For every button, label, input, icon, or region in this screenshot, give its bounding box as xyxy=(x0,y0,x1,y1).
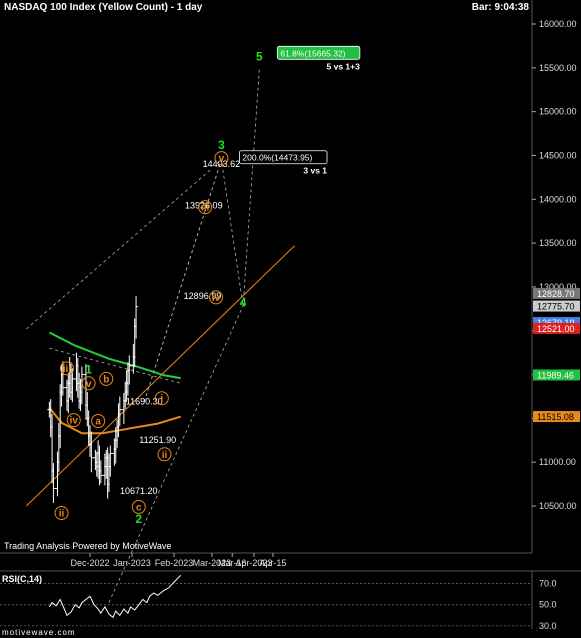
wave-label: ii xyxy=(162,450,168,461)
price-label: 11251.90 xyxy=(139,435,176,445)
time-tick-label: Dec-2022 xyxy=(70,558,109,568)
price-label: 11690.30 xyxy=(126,397,163,407)
watermark: Trading Analysis Powered by MotiveWave xyxy=(4,541,172,551)
wave-label: iii xyxy=(201,203,210,214)
rsi-tick-label: 50.0 xyxy=(539,600,557,610)
rsi-tick-label: 30.0 xyxy=(539,621,557,631)
price-tag-label: 11989.46 xyxy=(537,370,574,380)
price-tick-label: 14000.00 xyxy=(539,194,577,204)
wave-label: iv xyxy=(70,416,79,427)
price-tick-label: 15000.00 xyxy=(539,107,577,117)
wave-label: 4 xyxy=(240,296,247,310)
price-tick-label: 13500.00 xyxy=(539,238,577,248)
price-axis[interactable]: 10500.0011000.0011500.0012000.0012500.00… xyxy=(532,19,577,511)
price-tick-label: 10500.00 xyxy=(539,501,577,511)
site-footer: motivewave.com xyxy=(2,628,76,637)
price-tick-label: 14500.00 xyxy=(539,150,577,160)
time-tick-label: Feb-2023 xyxy=(155,558,194,568)
axis-price-tags: 12828.7012775.7012679.1912521.0011989.46… xyxy=(533,287,580,423)
wave-label: iii xyxy=(63,364,72,375)
fib-box-label: 61.8%(15665.32) xyxy=(280,48,345,58)
wave-label: 2 xyxy=(135,512,142,526)
wave-label: v xyxy=(219,154,225,165)
price-tick-label: 11000.00 xyxy=(539,457,576,467)
rsi-panel[interactable] xyxy=(0,571,532,629)
price-tag-label: 12828.70 xyxy=(537,289,575,299)
price-tag-label: 12775.70 xyxy=(537,302,575,312)
wave-label: iv xyxy=(212,293,221,304)
price-panel[interactable] xyxy=(0,0,532,553)
fib-box-sub: 5 vs 1+3 xyxy=(327,61,361,71)
price-tick-label: 15500.00 xyxy=(539,63,577,73)
rsi-title: RSI(C,14) xyxy=(2,574,43,584)
wave-label: 3 xyxy=(218,138,225,152)
wave-label: ii xyxy=(59,509,65,520)
wave-label: 1 xyxy=(85,362,92,376)
price-tag-label: 11515.08 xyxy=(537,412,574,422)
price-tag-label: 12521.00 xyxy=(537,324,575,334)
chart-title: NASDAQ 100 Index (Yellow Count) - 1 day xyxy=(4,2,203,13)
fib-box-label: 200.0%(14473.95) xyxy=(242,153,312,163)
price-tick-label: 16000.00 xyxy=(539,19,577,29)
wave-label: i xyxy=(160,394,163,405)
time-tick-label: Jan-2023 xyxy=(113,558,151,568)
wave-label: 5 xyxy=(256,49,263,63)
time-axis[interactable]: Dec-2022 Jan-2023 Feb-2023 Mar-2023Mar-16Ap… xyxy=(70,553,286,568)
wave-label: v xyxy=(86,379,92,390)
wave-label: b xyxy=(103,374,109,385)
price-label: 10671.20 xyxy=(120,486,158,496)
bar-timer: Bar: 9:04:38 xyxy=(471,2,529,13)
fib-box-sub: 3 vs 1 xyxy=(303,166,327,176)
wave-label: a xyxy=(95,416,101,427)
rsi-tick-label: 70.0 xyxy=(539,579,557,589)
time-tick-label: Apr-15 xyxy=(259,558,286,568)
